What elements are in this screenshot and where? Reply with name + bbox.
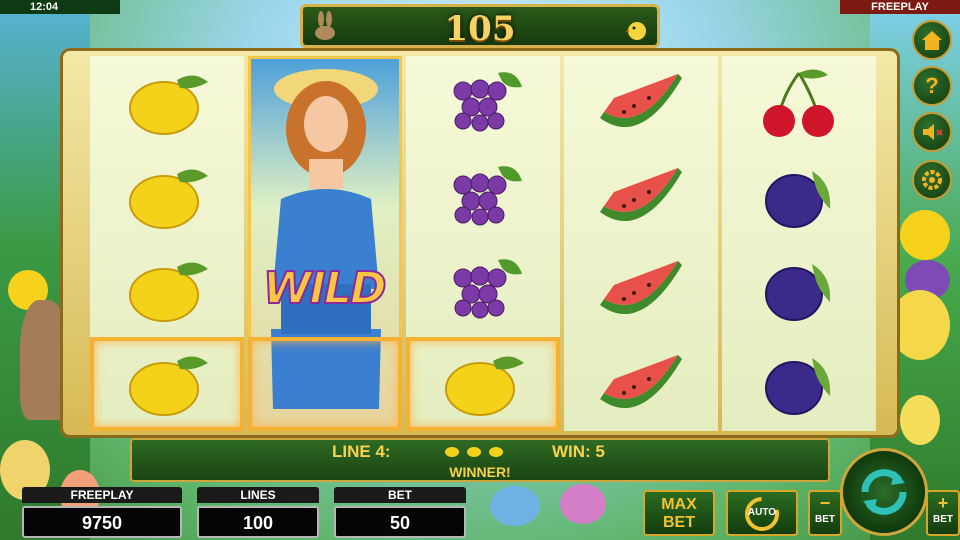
lines-stat: LINES 100 <box>197 487 319 539</box>
bet-minus-button[interactable]: − BET <box>808 490 842 536</box>
lines-label: LINES <box>197 487 319 503</box>
settings-button[interactable] <box>912 160 952 200</box>
freeplay-value: 9750 <box>22 506 182 538</box>
lemon-icon <box>129 75 208 135</box>
lemon-icon <box>445 447 459 457</box>
win-banner: 105 <box>300 4 660 49</box>
plum-icon <box>765 170 831 228</box>
status-clock: 12:04 <box>0 0 120 14</box>
minus-icon: − <box>819 493 831 513</box>
reel-5 <box>722 56 876 431</box>
lemon-icon <box>129 262 208 323</box>
watermelon-icon <box>600 167 682 221</box>
home-icon <box>922 31 942 50</box>
watermelon-icon <box>600 261 682 315</box>
reel-1 <box>90 56 244 431</box>
symbol-cell <box>564 150 718 244</box>
lemon-icon <box>445 356 524 417</box>
reel-3 <box>406 56 560 431</box>
symbol-cell <box>722 150 876 244</box>
plum-icon <box>765 358 831 416</box>
cherries-icon <box>763 69 834 137</box>
win-label: WIN: 5 <box>552 442 605 461</box>
grapes-icon <box>453 165 522 226</box>
symbol-cell <box>564 244 718 338</box>
reel-2: WILD <box>248 56 402 431</box>
chick-icon <box>625 22 646 40</box>
plus-icon: + <box>937 493 949 513</box>
symbol-cell-winning <box>406 337 560 431</box>
max-bet-line1: MAX <box>661 496 697 513</box>
egg-decoration <box>490 486 540 526</box>
lemon-icon <box>129 169 208 229</box>
sound-off-icon <box>923 124 943 140</box>
line-label: LINE 4: <box>332 442 391 461</box>
bet-plus-button[interactable]: + BET <box>926 490 960 536</box>
wild-label: WILD <box>262 262 387 315</box>
lemon-icon <box>129 356 208 417</box>
max-bet-button[interactable]: MAX BET <box>643 490 715 536</box>
symbol-cell <box>406 56 560 150</box>
home-button[interactable] <box>912 20 952 60</box>
symbol-cell <box>90 56 244 150</box>
line-symbols <box>444 444 504 458</box>
help-icon: ? <box>925 73 939 98</box>
winner-label: WINNER! <box>449 464 511 480</box>
symbol-cell <box>406 244 560 338</box>
symbol-cell <box>406 150 560 244</box>
spin-button[interactable] <box>840 448 928 536</box>
symbol-cell <box>722 244 876 338</box>
freeplay-label: FREEPLAY <box>22 487 182 503</box>
symbol-cell <box>564 56 718 150</box>
win-info-bar: LINE 4: WIN: 5 WINNER! <box>130 438 830 482</box>
daffodil-decoration <box>900 210 950 260</box>
auto-button[interactable]: AUTO <box>726 490 798 536</box>
symbol-cell <box>90 244 244 338</box>
lines-value[interactable]: 100 <box>197 506 319 538</box>
help-button[interactable]: ? <box>912 66 952 106</box>
symbol-cell <box>564 337 718 431</box>
sound-button[interactable] <box>912 112 952 152</box>
symbol-cell <box>90 150 244 244</box>
watermelon-icon <box>600 73 682 127</box>
lemon-icon <box>467 447 481 457</box>
plum-icon <box>765 264 831 322</box>
grapes-icon <box>453 72 522 132</box>
freeplay-stat: FREEPLAY 9750 <box>22 487 182 539</box>
win-amount: 105 <box>444 9 516 49</box>
bet-plus-label: BET <box>933 514 953 525</box>
egg-decoration <box>560 484 606 524</box>
bet-stat: BET 50 <box>334 487 466 539</box>
settings-icon <box>922 170 942 190</box>
symbol-cell-winning <box>248 337 402 431</box>
max-bet-line2: BET <box>663 514 695 531</box>
reel-4 <box>564 56 718 431</box>
reel-area: WILD <box>90 56 876 431</box>
symbol-cell <box>722 56 876 150</box>
mode-badge: FREEPLAY <box>840 0 960 14</box>
spin-arrows-icon <box>861 469 907 515</box>
bet-value[interactable]: 50 <box>334 506 466 538</box>
bet-label: BET <box>334 487 466 503</box>
auto-label: AUTO <box>747 507 777 518</box>
grapes-icon <box>453 259 522 319</box>
watermelon-icon <box>600 355 682 409</box>
symbol-cell <box>722 337 876 431</box>
bet-minus-label: BET <box>815 514 835 525</box>
lemon-icon <box>489 447 503 457</box>
symbol-cell-winning <box>90 337 244 431</box>
chick-decoration <box>900 395 940 445</box>
